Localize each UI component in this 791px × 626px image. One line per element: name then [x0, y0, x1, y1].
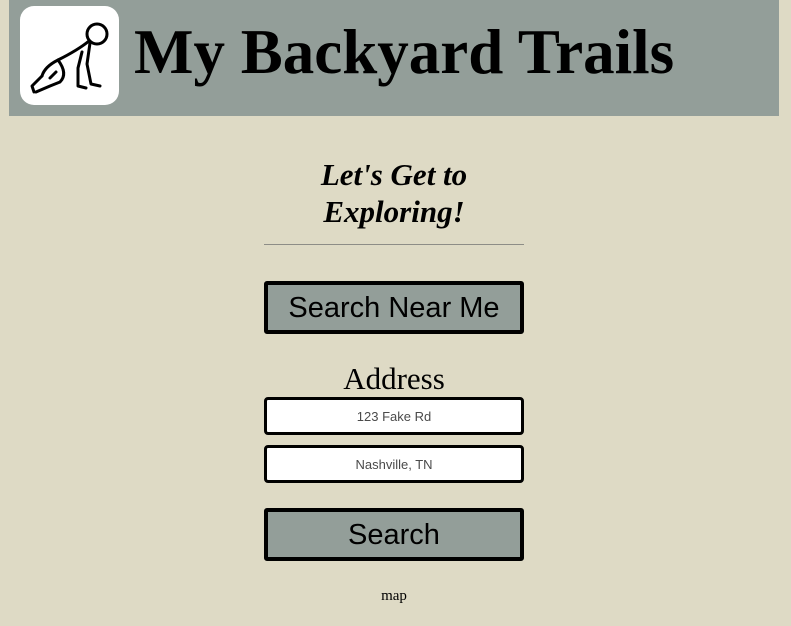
street-address-input[interactable] — [264, 397, 524, 435]
tagline-line-1: Let's Get to — [320, 157, 468, 192]
tagline: Let's Get to Exploring! — [264, 156, 524, 230]
site-title: My Backyard Trails — [134, 17, 675, 87]
site-logo[interactable] — [20, 6, 119, 105]
divider — [264, 244, 524, 245]
search-near-me-button[interactable]: Search Near Me — [264, 281, 524, 334]
search-button[interactable]: Search — [264, 508, 524, 561]
site-header: My Backyard Trails — [9, 0, 779, 116]
map-placeholder: map — [381, 588, 407, 604]
address-label: Address — [343, 361, 445, 396]
tagline-line-2: Exploring! — [323, 194, 465, 229]
crawling-baby-icon — [30, 22, 109, 94]
city-state-input[interactable] — [264, 445, 524, 483]
